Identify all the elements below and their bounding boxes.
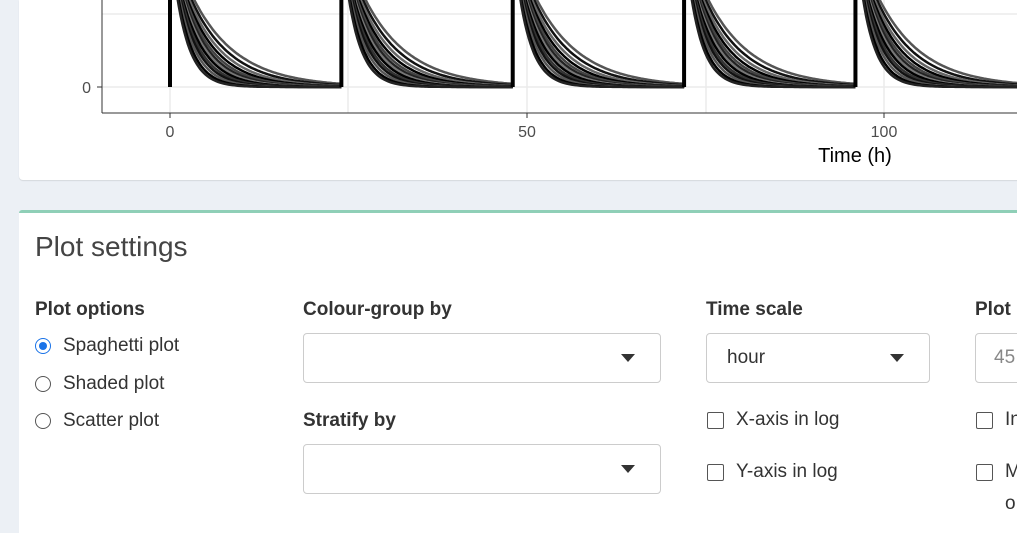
time-scale-select[interactable]: hour [706, 333, 930, 383]
x-axis-title: Time (h) [818, 145, 892, 167]
checkbox[interactable] [707, 463, 724, 481]
radio-scatter-plot[interactable]: Scatter plot [35, 410, 159, 432]
y-tick-label: 0 [82, 80, 91, 97]
plot-size-input[interactable]: 45 [975, 333, 1017, 383]
x-tick-label: 100 [871, 124, 898, 141]
radio-spaghetti-plot[interactable]: Spaghetti plot [35, 335, 179, 357]
colour-group-label: Colour-group by [303, 299, 452, 320]
extra-checkbox-1[interactable]: In [976, 409, 1017, 431]
caret-down-icon [621, 354, 635, 362]
spaghetti-plot: 0 0 50 100 Time (h) [82, 0, 1017, 167]
input-value: 45 [994, 347, 1016, 368]
radio-label: Shaded plot [63, 373, 165, 394]
radio-button-checked[interactable] [35, 338, 51, 354]
radio-button[interactable] [35, 376, 51, 392]
stratify-label: Stratify by [303, 410, 396, 431]
x-tick-label: 0 [166, 124, 175, 141]
checkbox-label-continued: o [1005, 493, 1016, 514]
radio-shaded-plot[interactable]: Shaded plot [35, 373, 164, 395]
radio-button[interactable] [35, 413, 51, 429]
select-value: hour [727, 347, 766, 368]
checkbox[interactable] [976, 411, 993, 429]
caret-down-icon [621, 465, 635, 473]
checkbox-label: M [1005, 461, 1017, 483]
time-scale-label: Time scale [706, 299, 803, 320]
caret-down-icon [890, 354, 904, 362]
x-tick-label: 50 [518, 124, 536, 141]
colour-group-select[interactable] [303, 333, 661, 383]
checkbox-label: X-axis in log [736, 409, 840, 430]
plot-card: 0 0 50 100 Time (h) [19, 0, 1017, 180]
box-title: Plot settings [35, 231, 188, 262]
checkbox[interactable] [707, 411, 724, 429]
radio-label: Scatter plot [63, 410, 160, 431]
plot-settings-card: Plot settings Plot options Spaghetti plo… [19, 210, 1017, 533]
plot-curves [168, 0, 1017, 89]
checkbox-label: Y-axis in log [736, 461, 838, 482]
checkbox[interactable] [976, 463, 993, 481]
stratify-select[interactable] [303, 444, 661, 494]
plot-size-label: Plot [975, 299, 1011, 320]
radio-label: Spaghetti plot [63, 335, 180, 356]
plot-options-label: Plot options [35, 299, 145, 320]
checkbox-label: In [1005, 409, 1017, 430]
y-axis-log-checkbox[interactable]: Y-axis in log [707, 461, 838, 483]
extra-checkbox-2[interactable]: M [976, 461, 1017, 483]
x-axis-log-checkbox[interactable]: X-axis in log [707, 409, 840, 431]
